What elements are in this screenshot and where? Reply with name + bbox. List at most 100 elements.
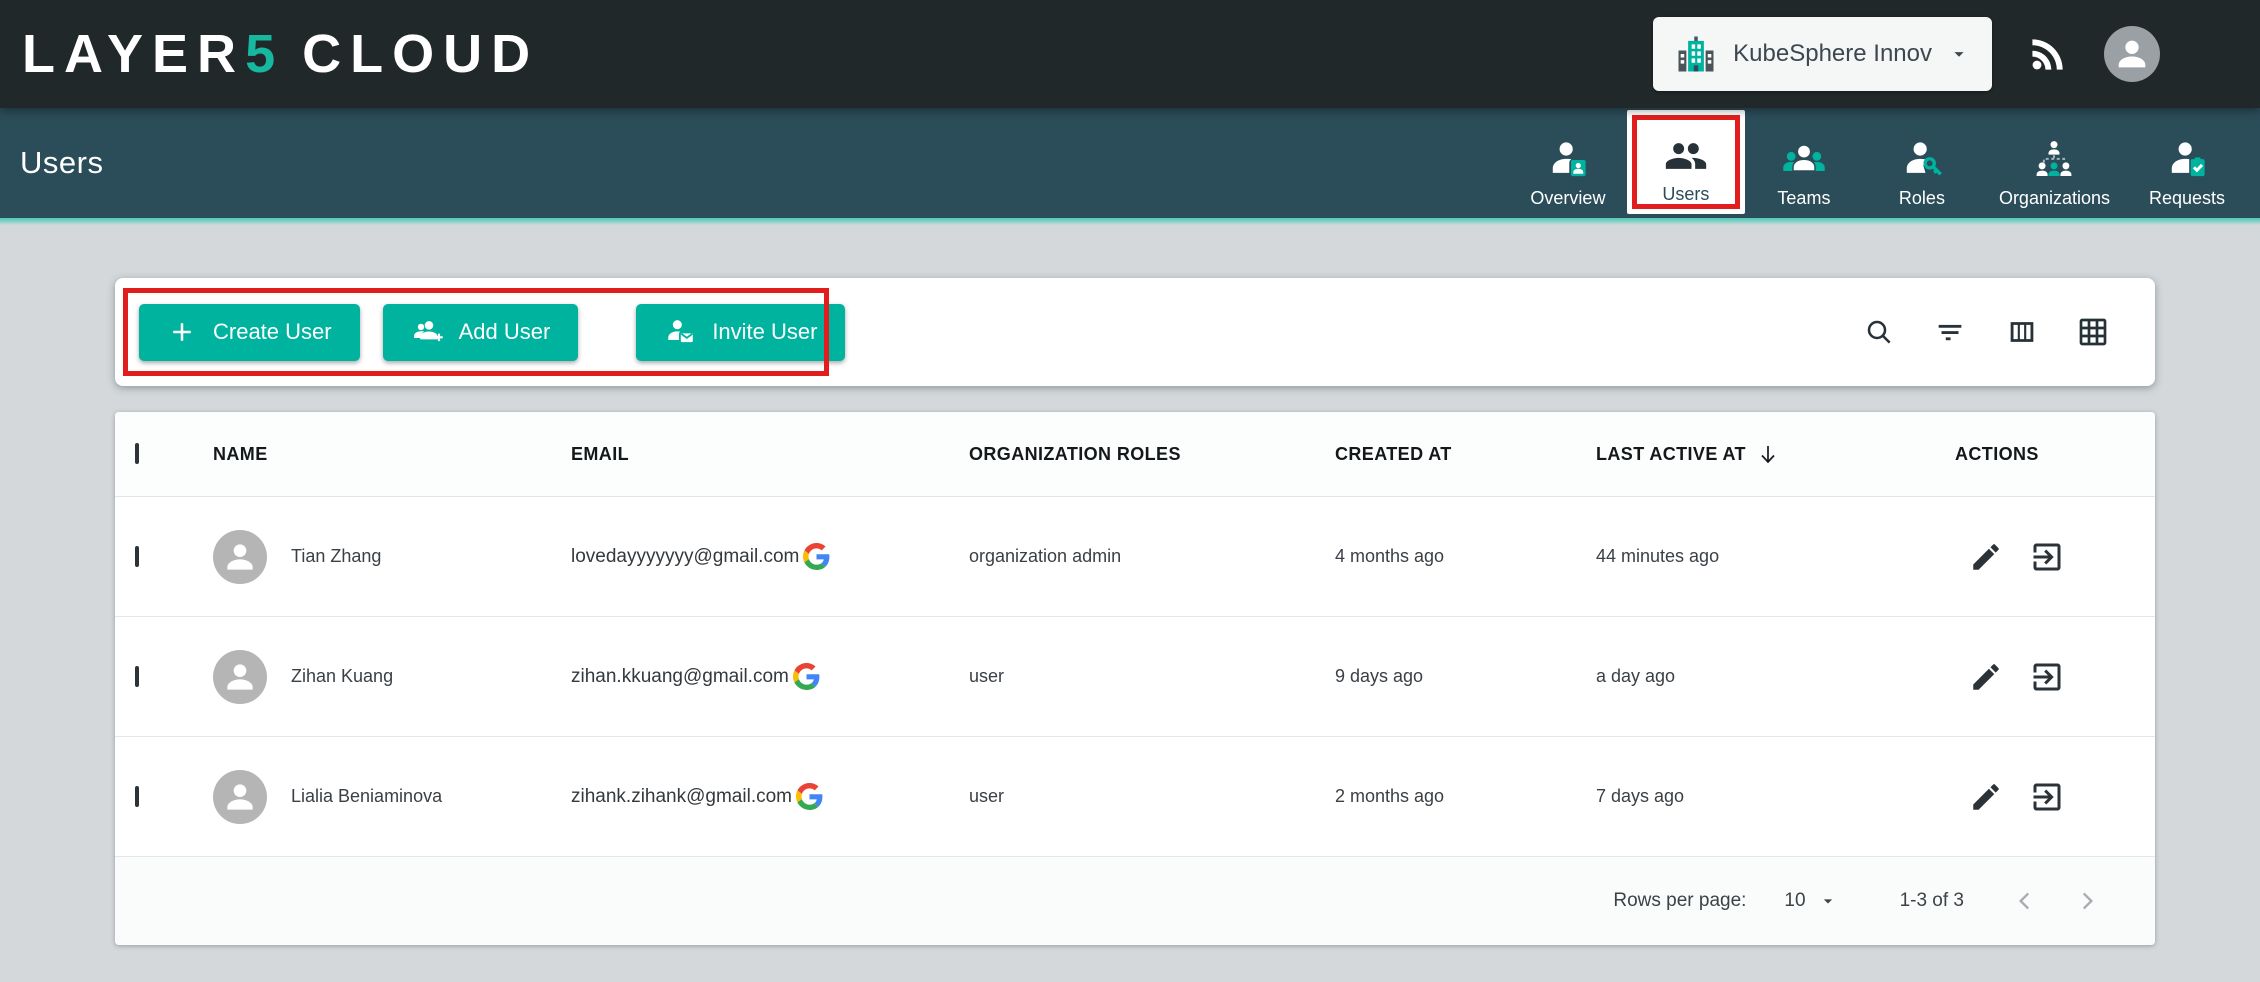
organization-role: organization admin [969,546,1335,567]
user-name: Lialia Beniaminova [291,786,442,807]
nav-item-users[interactable]: Users [1627,110,1745,214]
nav-items: Overview Users [1509,108,2246,218]
plus-icon [167,317,197,347]
previous-page-icon[interactable] [2012,888,2038,914]
next-page-icon[interactable] [2074,888,2100,914]
user-name: Tian Zhang [291,546,381,567]
nav-label-users: Users [1662,184,1709,205]
nav-item-overview[interactable]: Overview [1509,108,1627,218]
table-pagination-footer: Rows per page: 10 1-3 of 3 [115,857,2155,945]
create-user-label: Create User [213,319,332,345]
table-row: Zihan Kuang zihan.kkuang@gmail.com user … [115,617,2155,737]
requests-person-clipboard-icon [2165,138,2209,182]
edit-user-icon[interactable] [1969,540,2003,574]
user-avatar[interactable] [2104,26,2160,82]
search-icon[interactable] [1863,316,1895,348]
column-header-created-at[interactable]: CREATED AT [1335,444,1596,465]
select-all-checkbox[interactable] [135,443,139,464]
nav-item-roles[interactable]: Roles [1863,108,1981,218]
person-add-icon [411,316,443,348]
logo-text-five: 5 [245,23,284,85]
column-header-organization-roles[interactable]: ORGANIZATION ROLES [969,444,1335,465]
navbar-accent-strip [0,218,2260,225]
organization-switcher[interactable]: KubeSphere Innov [1653,17,1992,91]
logo-text-layer: LAYER [22,23,245,85]
layer5-cloud-logo[interactable]: LAYER5 CLOUD [22,23,539,85]
person-mail-icon [664,316,696,348]
filter-icon[interactable] [1933,315,1967,349]
view-columns-icon[interactable] [2005,315,2039,349]
add-user-button[interactable]: Add User [383,304,579,361]
notifications-rss-icon[interactable] [2026,32,2070,76]
remove-user-icon[interactable] [2029,659,2065,695]
add-user-label: Add User [459,319,551,345]
roles-person-key-icon [1900,138,1944,182]
table-header-row: NAME EMAIL ORGANIZATION ROLES CREATED AT… [115,412,2155,497]
edit-user-icon[interactable] [1969,660,2003,694]
logo-text-cloud: CLOUD [302,23,539,85]
last-active-at: 7 days ago [1596,786,1955,807]
row-checkbox[interactable] [135,786,139,807]
teams-group-icon [1782,138,1826,182]
last-active-at: 44 minutes ago [1596,546,1955,567]
invite-user-label: Invite User [712,319,817,345]
last-active-at: a day ago [1596,666,1955,687]
users-table: NAME EMAIL ORGANIZATION ROLES CREATED AT… [115,412,2155,945]
nav-item-organizations[interactable]: Organizations [1981,108,2128,218]
pagination-range: 1-3 of 3 [1900,890,1964,912]
google-provider-icon [803,543,830,570]
google-provider-icon [793,663,820,690]
nav-label-roles: Roles [1899,188,1945,209]
rows-per-page-value: 10 [1784,890,1805,912]
grid-view-icon[interactable] [2077,316,2109,348]
user-email: zihank.zihank@gmail.com [571,786,792,808]
user-name: Zihan Kuang [291,666,393,687]
column-header-name[interactable]: NAME [213,444,571,465]
nav-item-teams[interactable]: Teams [1745,108,1863,218]
nav-label-overview: Overview [1530,188,1605,209]
users-toolbar: Create User Add User [115,278,2155,386]
row-checkbox[interactable] [135,546,139,567]
avatar [213,770,267,824]
created-at: 9 days ago [1335,666,1596,687]
overview-person-badge-icon [1546,138,1590,182]
nav-item-requests[interactable]: Requests [2128,108,2246,218]
page-title: Users [20,145,103,181]
column-header-email[interactable]: EMAIL [571,444,969,465]
row-checkbox[interactable] [135,666,139,687]
column-header-actions: ACTIONS [1955,444,2155,465]
building-icon [1675,33,1717,75]
nav-label-organizations: Organizations [1999,188,2110,209]
organizations-hierarchy-icon [2032,138,2076,182]
hamburger-menu-icon[interactable] [2194,39,2232,69]
section-nav-bar: Users Overview [0,108,2260,218]
nav-label-requests: Requests [2149,188,2225,209]
table-row: Tian Zhang lovedayyyyyyy@gmail.com organ… [115,497,2155,617]
google-provider-icon [796,783,823,810]
nav-label-teams: Teams [1777,188,1830,209]
remove-user-icon[interactable] [2029,779,2065,815]
app-root: LAYER5 CLOUD [0,0,2260,982]
organization-role: user [969,666,1335,687]
column-header-last-active-at[interactable]: LAST ACTIVE AT [1596,442,1955,466]
top-app-bar: LAYER5 CLOUD [0,0,2260,108]
rows-per-page-select[interactable]: 10 [1784,890,1837,912]
avatar [213,530,267,584]
invite-user-button[interactable]: Invite User [636,304,845,361]
remove-user-icon[interactable] [2029,539,2065,575]
edit-user-icon[interactable] [1969,780,2003,814]
table-row: Lialia Beniaminova zihank.zihank@gmail.c… [115,737,2155,857]
chevron-down-icon [1948,43,1970,65]
created-at: 2 months ago [1335,786,1596,807]
users-people-icon [1664,134,1708,178]
sort-descending-arrow-icon [1756,442,1780,466]
organization-switcher-label: KubeSphere Innov [1733,40,1932,68]
rows-per-page-label: Rows per page: [1613,890,1746,912]
organization-role: user [969,786,1335,807]
user-email: lovedayyyyyyy@gmail.com [571,546,799,568]
avatar [213,650,267,704]
dropdown-caret-icon [1818,891,1838,911]
create-user-button[interactable]: Create User [139,304,360,361]
content-area: Create User Add User [0,225,2260,945]
user-email: zihan.kkuang@gmail.com [571,666,789,688]
